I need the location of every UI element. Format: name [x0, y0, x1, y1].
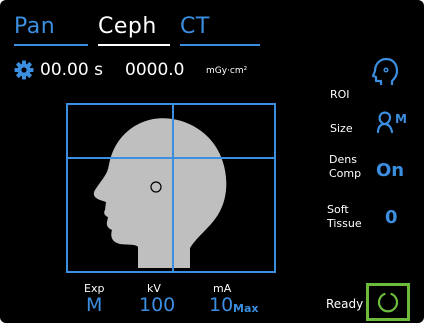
dose-readout: 0000.0	[125, 60, 185, 80]
roi-head-icon[interactable]	[369, 56, 401, 88]
soft-tissue-label-line1: Soft	[327, 203, 349, 216]
tab-pan-label: Pan	[14, 14, 56, 39]
ceph-screen: Pan Ceph CT 00.00 s 0000.0 mGy·cm² ROI S…	[0, 0, 424, 323]
exp-value[interactable]: M	[86, 294, 102, 316]
ready-button[interactable]	[366, 283, 410, 321]
head-profile-icon	[93, 118, 227, 268]
soft-tissue-label-line2: Tissue	[327, 217, 362, 230]
soft-tissue-value[interactable]: 0	[385, 207, 398, 228]
tab-ceph-label: Ceph	[98, 14, 157, 39]
tab-ceph-underline	[98, 44, 170, 46]
tab-ct[interactable]: CT	[180, 14, 210, 46]
ma-max-suffix: Max	[233, 302, 259, 315]
roi-label: ROI	[330, 88, 350, 101]
tab-pan-underline	[14, 44, 88, 46]
tab-bar-divider	[208, 44, 260, 46]
dens-comp-label: Dens Comp	[329, 153, 361, 181]
dens-comp-label-line1: Dens	[329, 153, 357, 166]
gear-icon[interactable]	[14, 60, 34, 80]
dens-comp-toggle[interactable]: On	[376, 160, 404, 181]
ma-value[interactable]: 10	[209, 294, 233, 316]
tab-ceph[interactable]: Ceph	[98, 14, 170, 46]
exposure-time-readout: 00.00 s	[40, 60, 103, 80]
size-label: Size	[330, 122, 353, 135]
ready-ring-icon	[377, 292, 399, 313]
size-m-icon[interactable]: M	[374, 110, 414, 136]
soft-tissue-label: Soft Tissue	[327, 203, 362, 231]
dens-comp-label-line2: Comp	[329, 167, 362, 180]
tab-ct-underline	[180, 44, 208, 46]
tab-ct-label: CT	[180, 14, 210, 39]
size-value: M	[395, 112, 407, 126]
kv-value[interactable]: 100	[139, 294, 175, 316]
frame-vertical-guide	[172, 103, 174, 273]
tab-pan[interactable]: Pan	[14, 14, 88, 46]
ready-label: Ready	[326, 297, 364, 311]
frame-horizontal-guide	[66, 157, 276, 159]
dose-unit: mGy·cm²	[206, 66, 248, 76]
